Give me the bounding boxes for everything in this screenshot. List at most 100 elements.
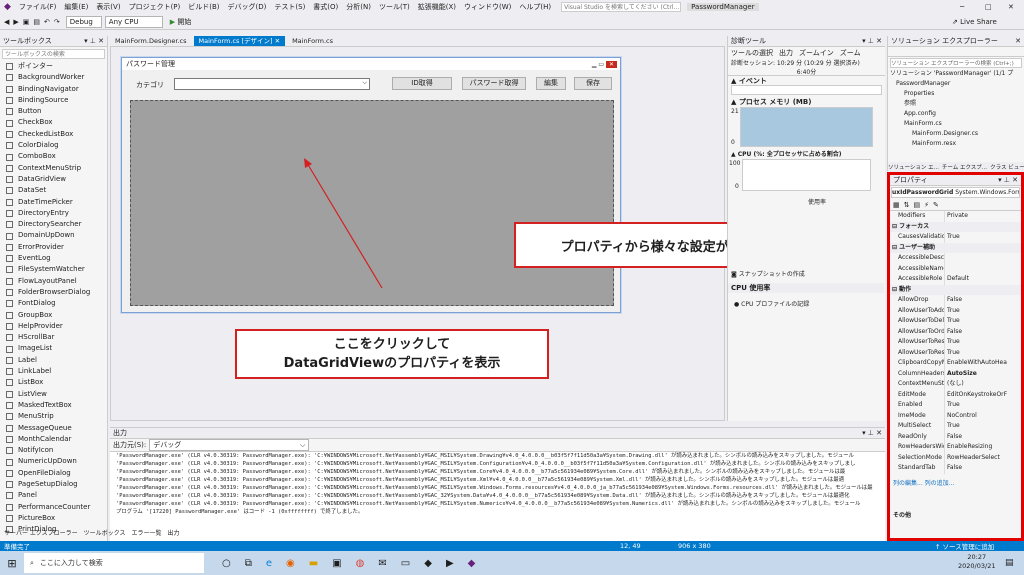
tab-mainform-design[interactable]: MainForm.cs [デザイン] ✕ xyxy=(193,36,286,46)
toolbox-item[interactable]: ColorDialog xyxy=(0,140,107,151)
explorer-icon[interactable]: ▬ xyxy=(309,558,318,569)
tab-error-list[interactable]: エラー一覧 xyxy=(132,528,162,537)
toolbox-item[interactable]: DataSet xyxy=(0,185,107,196)
maximize-button[interactable]: □ xyxy=(985,3,992,11)
close-icon[interactable]: ▾ ⊥ ✕ xyxy=(862,37,882,45)
toolbox-item[interactable]: Label xyxy=(0,355,107,366)
toolbox-item[interactable]: ListView xyxy=(0,389,107,400)
menu-item[interactable]: ファイル(F) xyxy=(15,2,61,12)
toolbox-item[interactable]: ComboBox xyxy=(0,151,107,162)
property-row[interactable]: MultiSelect True xyxy=(890,421,1021,432)
get-id-button[interactable]: ID取得 xyxy=(392,77,452,90)
property-row[interactable]: StandardTab False xyxy=(890,463,1021,474)
toolbox-item[interactable]: BackgroundWorker xyxy=(0,72,107,83)
notification-icon[interactable]: ▤ xyxy=(1005,558,1014,568)
menu-item[interactable]: 編集(E) xyxy=(60,2,92,12)
zoom-in-button[interactable]: ズームイン xyxy=(799,48,834,58)
tab-output[interactable]: 出力 xyxy=(168,528,180,537)
close-button[interactable]: ✕ xyxy=(1008,3,1014,11)
tab-designer-cs[interactable]: MainForm.Designer.cs xyxy=(110,36,192,46)
menu-item[interactable]: 表示(V) xyxy=(92,2,124,12)
property-row[interactable]: ReadOnly False xyxy=(890,431,1021,442)
pin-icon[interactable]: ▾ ⊥ ✕ xyxy=(84,37,104,45)
solution-tree-item[interactable]: ソリューション 'PasswordManager' (1/1 プ xyxy=(888,69,1024,79)
config-select[interactable]: Debug xyxy=(65,15,102,28)
toolbox-item[interactable]: FolderBrowserDialog xyxy=(0,287,107,298)
search-box[interactable]: Visual Studio を検索してください (Ctrl... xyxy=(561,2,682,12)
toolbox-item[interactable]: PerformanceCounter xyxy=(0,502,107,513)
tab-solution[interactable]: ソリューション エ... xyxy=(888,163,939,171)
property-pages-icon[interactable]: ✎ xyxy=(933,201,939,209)
toolbox-item[interactable]: NumericUpDown xyxy=(0,456,107,467)
windows-start-icon[interactable]: ⊞ xyxy=(0,557,24,570)
property-row[interactable]: AccessibleName xyxy=(890,263,1021,274)
menu-item[interactable]: ヘルプ(H) xyxy=(515,2,555,12)
tab-team[interactable]: チーム エクスプ... xyxy=(942,163,987,171)
toolbox-item[interactable]: NotifyIcon xyxy=(0,445,107,456)
taskbar-search[interactable]: ⌕ ここに入力して検索 xyxy=(24,553,204,573)
categorized-icon[interactable]: ▦ xyxy=(893,201,900,209)
toolbox-item[interactable]: FlowLayoutPanel xyxy=(0,276,107,287)
save-icon[interactable]: ▤ xyxy=(33,18,40,26)
back-icon[interactable]: ◀ xyxy=(4,18,9,26)
property-links[interactable]: 列の編集... 列の追加... xyxy=(893,478,954,487)
forward-icon[interactable]: ▶ xyxy=(13,18,18,26)
zoom-out-button[interactable]: ズーム xyxy=(840,48,861,58)
menu-item[interactable]: テスト(S) xyxy=(270,2,309,12)
property-row[interactable]: ClipboardCopyModeEnableWithAutoHea xyxy=(890,358,1021,369)
tab-server-explorer[interactable]: サーバー エクスプローラー xyxy=(4,528,78,537)
property-row[interactable]: CausesValidation True xyxy=(890,232,1021,243)
toolbox-item[interactable]: ListBox xyxy=(0,377,107,388)
properties-icon[interactable]: ▤ xyxy=(914,201,921,209)
toolbox-item[interactable]: HelpProvider xyxy=(0,321,107,332)
app-icon[interactable]: ◆ xyxy=(424,558,432,569)
menu-item[interactable]: 書式(O) xyxy=(309,2,342,12)
property-row[interactable]: EditMode EditOnKeystrokeOrF xyxy=(890,389,1021,400)
cortana-icon[interactable]: ○ xyxy=(222,558,231,569)
toolbox-item[interactable]: MonthCalendar xyxy=(0,434,107,445)
edge-icon[interactable]: e xyxy=(266,558,272,569)
toolbox-item[interactable]: CheckedListBox xyxy=(0,129,107,140)
platform-select[interactable]: Any CPU xyxy=(104,15,163,28)
firefox-icon[interactable]: ◉ xyxy=(286,558,295,569)
mail-icon[interactable]: ✉ xyxy=(378,558,386,569)
property-row[interactable]: Enabled True xyxy=(890,400,1021,411)
toolbox-item[interactable]: FontDialog xyxy=(0,298,107,309)
solution-tree-item[interactable]: Properties xyxy=(888,89,1024,99)
object-select[interactable]: uxIdPasswordGrid System.Windows.Forms. xyxy=(891,187,1020,198)
solution-search[interactable]: ソリューション エクスプローラーの検索 (Ctrl+;) xyxy=(890,58,1022,68)
redo-icon[interactable]: ↷ xyxy=(54,18,60,26)
toolbox-item[interactable]: PictureBox xyxy=(0,513,107,524)
toolbox-item[interactable]: BindingSource xyxy=(0,95,107,106)
source-control-button[interactable]: ↑ ソース管理に追加 xyxy=(935,541,994,551)
toolbox-item[interactable]: BindingNavigator xyxy=(0,84,107,95)
toolbox-item[interactable]: DirectorySearcher xyxy=(0,219,107,230)
property-row[interactable]: AllowUserToDeleteTrue xyxy=(890,316,1021,327)
toolbox-item[interactable]: PageSetupDialog xyxy=(0,479,107,490)
toolbox-item[interactable]: GroupBox xyxy=(0,310,107,321)
solution-tree-item[interactable]: App.config xyxy=(888,109,1024,119)
toolbox-item[interactable]: DomainUpDown xyxy=(0,230,107,241)
solution-tree-item[interactable]: MainForm.resx xyxy=(888,139,1024,149)
menu-item[interactable]: 分析(N) xyxy=(342,2,375,12)
cpu-profile-button[interactable]: ● CPU プロファイルの記録 xyxy=(734,299,809,308)
get-password-button[interactable]: パスワード取得 xyxy=(462,77,526,90)
tab-toolbox[interactable]: ツールボックス xyxy=(84,528,126,537)
save-button[interactable]: 保存 xyxy=(574,77,612,90)
new-file-icon[interactable]: ▣ xyxy=(23,18,30,26)
menu-item[interactable]: プロジェクト(P) xyxy=(125,2,185,12)
toolbox-item[interactable]: ImageList xyxy=(0,343,107,354)
minimize-button[interactable]: ─ xyxy=(960,3,964,11)
cpu-usage-tab[interactable]: CPU 使用率 xyxy=(728,283,884,293)
task-view-icon[interactable]: ⧉ xyxy=(245,558,252,569)
category-combobox[interactable]: ⌵ xyxy=(174,78,370,90)
solution-tree-item[interactable]: MainForm.Designer.cs xyxy=(888,129,1024,139)
close-icon[interactable]: ▾ ⊥ ✕ xyxy=(862,429,882,437)
menu-item[interactable]: ツール(T) xyxy=(375,2,414,12)
toolbox-item[interactable]: FileSystemWatcher xyxy=(0,264,107,275)
toolbox-item[interactable]: EventLog xyxy=(0,253,107,264)
visual-studio-taskbar-icon[interactable]: ◆ xyxy=(468,558,476,569)
tab-class[interactable]: クラス ビュー xyxy=(990,163,1024,171)
events-icon[interactable]: ⚡ xyxy=(924,201,929,209)
close-icon[interactable]: ✕ xyxy=(1015,37,1021,45)
